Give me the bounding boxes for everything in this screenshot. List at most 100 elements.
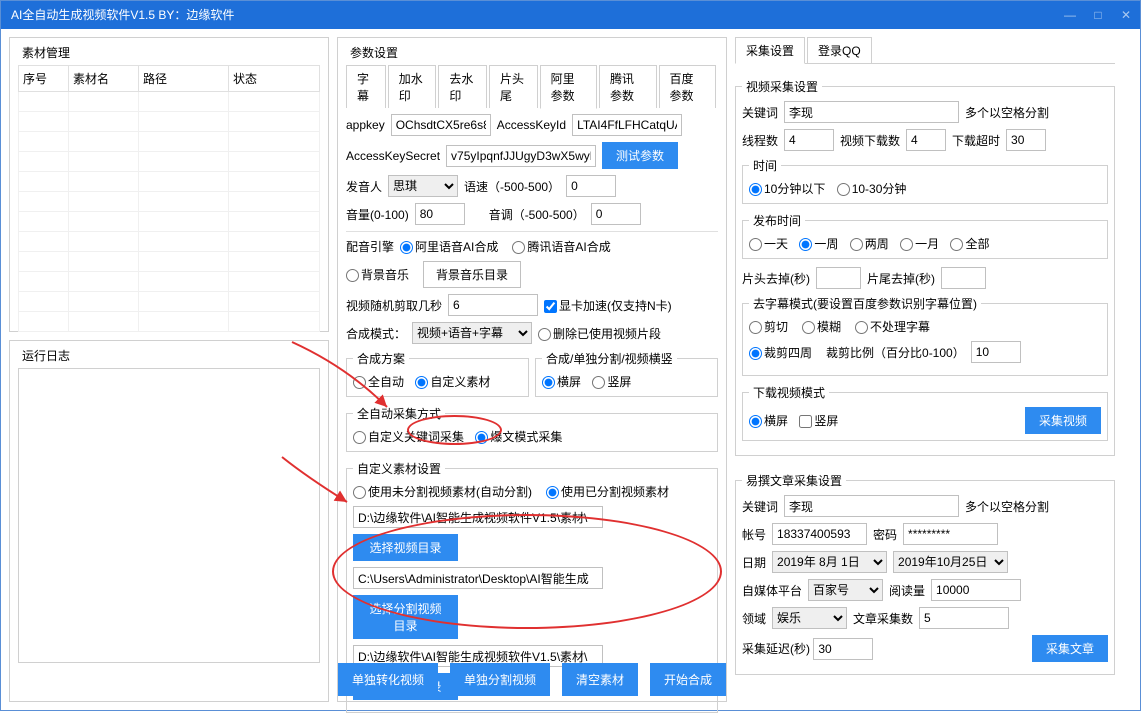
c-kw-input[interactable] [784, 101, 959, 123]
tail-input[interactable] [941, 267, 986, 289]
orient-v-radio[interactable]: 竖屏 [592, 375, 631, 389]
dlmode-v[interactable]: 竖屏 [799, 414, 838, 428]
collect-video-button[interactable]: 采集视频 [1025, 407, 1101, 434]
plat-select[interactable]: 百家号 [808, 579, 883, 601]
params-tabs: 字幕 加水印 去水印 片头尾 阿里参数 腾讯参数 百度参数 [346, 65, 718, 108]
mode-select[interactable]: 视频+语音+字幕 [412, 322, 532, 344]
pub-4[interactable]: 一月 [900, 237, 939, 251]
tab-collect[interactable]: 采集设置 [735, 37, 805, 64]
read-input[interactable] [931, 579, 1021, 601]
tab-qq[interactable]: 登录QQ [807, 37, 872, 63]
akid-input[interactable] [572, 114, 682, 136]
sel-vid-button[interactable]: 选择视频目录 [353, 534, 458, 561]
tab-dewatermark[interactable]: 去水印 [438, 65, 487, 108]
time-2-radio[interactable]: 10-30分钟 [837, 182, 907, 196]
engine-tx-radio[interactable]: 腾讯语音AI合成 [512, 238, 610, 255]
right-tabs: 采集设置 登录QQ [735, 37, 1115, 64]
cnt-label: 文章采集数 [853, 610, 913, 627]
aksec-label: AccessKeySecret [346, 149, 440, 163]
window-title: AI全自动生成视频软件V1.5 BY：边缘软件 [11, 1, 234, 29]
delay-input[interactable] [813, 638, 873, 660]
del-used-radio[interactable]: 删除已使用视频片段 [538, 325, 661, 342]
timeout-input[interactable] [1006, 129, 1046, 151]
field-select[interactable]: 娱乐 [772, 607, 847, 629]
dlmode-h[interactable]: 横屏 [749, 414, 788, 428]
tab-ali[interactable]: 阿里参数 [540, 65, 597, 109]
plan-auto-radio[interactable]: 全自动 [353, 375, 404, 389]
dlnum-input[interactable] [906, 129, 946, 151]
sel-split-button[interactable]: 选择分割视频目录 [353, 595, 458, 639]
dlmode-fieldset: 下载视频模式 横屏 竖屏 采集视频 [742, 384, 1108, 441]
sub-1[interactable]: 剪切 [749, 318, 788, 335]
thread-input[interactable] [784, 129, 834, 151]
auto-bw-radio[interactable]: 爆文模式采集 [475, 430, 562, 444]
speed-input[interactable] [566, 175, 616, 197]
sub-2[interactable]: 模糊 [802, 318, 841, 335]
field-label: 领域 [742, 610, 766, 627]
vol-input[interactable] [415, 203, 465, 225]
date1-select[interactable]: 2019年 8月 1日 [772, 551, 887, 573]
cust-legend: 自定义素材设置 [353, 460, 445, 477]
voice-select[interactable]: 思琪 [388, 175, 458, 197]
article-legend: 易撰文章采集设置 [742, 472, 846, 489]
tab-headtail[interactable]: 片头尾 [489, 65, 538, 108]
head-input[interactable] [816, 267, 861, 289]
appkey-input[interactable] [391, 114, 491, 136]
engine-ali-radio[interactable]: 阿里语音AI合成 [400, 238, 498, 255]
tab-subtitle[interactable]: 字幕 [346, 65, 386, 108]
col-path[interactable]: 路径 [139, 66, 229, 92]
clear-button[interactable]: 清空素材 [562, 663, 638, 696]
pub-2[interactable]: 一周 [799, 237, 838, 251]
tab-baidu[interactable]: 百度参数 [659, 65, 716, 108]
col-status[interactable]: 状态 [229, 66, 320, 92]
pwd-input[interactable] [903, 523, 998, 545]
tab-watermark[interactable]: 加水印 [388, 65, 437, 108]
close-icon[interactable]: ✕ [1112, 1, 1140, 29]
collect-article-button[interactable]: 采集文章 [1032, 635, 1108, 662]
acc-input[interactable] [772, 523, 867, 545]
c-kw-label: 关键词 [742, 104, 778, 121]
path1-input[interactable] [353, 506, 603, 528]
cust-split-radio[interactable]: 使用已分割视频素材 [546, 483, 669, 500]
plan-cust-radio[interactable]: 自定义素材 [415, 375, 490, 389]
pub-1[interactable]: 一天 [749, 237, 788, 251]
crop-input[interactable] [971, 341, 1021, 363]
auto-kw-radio[interactable]: 自定义关键词采集 [353, 430, 464, 444]
bgm-radio[interactable]: 背景音乐 [346, 266, 409, 283]
auto-fieldset: 全自动采集方式 自定义关键词采集 爆文模式采集 [346, 405, 718, 452]
col-name[interactable]: 素材名 [69, 66, 139, 92]
pitch-label: 音调（-500-500） [489, 206, 585, 223]
pitch-input[interactable] [591, 203, 641, 225]
tail-label: 片尾去掉(秒) [867, 270, 935, 287]
pub-3[interactable]: 两周 [850, 237, 889, 251]
test-params-button[interactable]: 测试参数 [602, 142, 678, 169]
split-button[interactable]: 单独分割视频 [450, 663, 550, 696]
engine-label: 配音引擎 [346, 238, 394, 255]
date-label: 日期 [742, 554, 766, 571]
tab-tencent[interactable]: 腾讯参数 [599, 65, 656, 108]
bgm-dir-button[interactable]: 背景音乐目录 [423, 261, 521, 288]
date2-select[interactable]: 2019年10月25日 [893, 551, 1008, 573]
aksec-input[interactable] [446, 145, 596, 167]
read-label: 阅读量 [889, 582, 925, 599]
cust-unsplit-radio[interactable]: 使用未分割视频素材(自动分割) [353, 483, 532, 500]
time-1-radio[interactable]: 10分钟以下 [749, 182, 825, 196]
a-kw-input[interactable] [784, 495, 959, 517]
pub-5[interactable]: 全部 [950, 237, 989, 251]
auto-legend: 全自动采集方式 [353, 405, 445, 422]
gpu-check[interactable]: 显卡加速(仅支持N卡) [544, 297, 672, 314]
start-button[interactable]: 开始合成 [650, 663, 726, 696]
sub-3[interactable]: 不处理字幕 [855, 318, 930, 335]
sub-4[interactable]: 裁剪四周 [749, 344, 812, 361]
plan-fieldset: 合成方案 全自动 自定义素材 [346, 350, 529, 397]
crop-label: 裁剪比例（百分比0-100） [826, 344, 965, 361]
rand-input[interactable] [448, 294, 538, 316]
cnt-input[interactable] [919, 607, 1009, 629]
convert-button[interactable]: 单独转化视频 [338, 663, 438, 696]
log-panel: 运行日志 [9, 340, 329, 702]
path2-input[interactable] [353, 567, 603, 589]
maximize-icon[interactable]: □ [1084, 1, 1112, 29]
minimize-icon[interactable]: — [1056, 1, 1084, 29]
col-index[interactable]: 序号 [19, 66, 69, 92]
orient-h-radio[interactable]: 横屏 [542, 375, 581, 389]
